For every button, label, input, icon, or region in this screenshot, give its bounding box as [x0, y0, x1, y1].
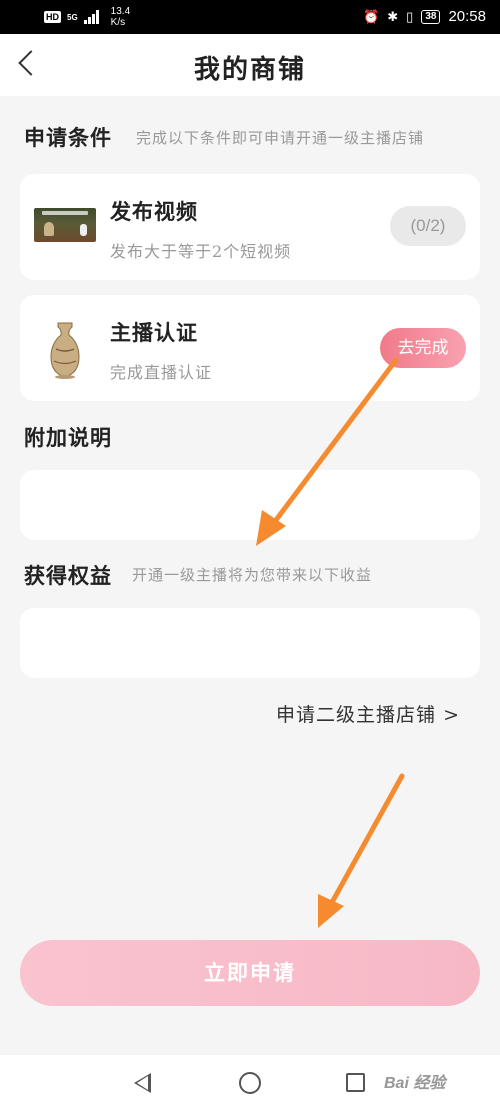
go-complete-button[interactable]: 去完成 [380, 328, 466, 368]
speed-value: 13.4 [110, 6, 131, 17]
apply-second-level-link[interactable]: 申请二级主播店铺 > [276, 700, 460, 727]
vibrate-icon: ▯ [406, 8, 414, 24]
alarm-icon: ⏰ [363, 8, 380, 24]
nav-home-icon[interactable] [239, 1072, 261, 1094]
video-thumbnail [34, 208, 96, 242]
condition-card-certification[interactable]: 主播认证 完成直播认证 去完成 [20, 295, 480, 401]
battery-icon: 38 [421, 9, 441, 24]
annotation-arrow-lower [318, 773, 405, 928]
network-type: 5G [67, 12, 78, 22]
condition-title: 主播认证 [110, 320, 198, 345]
progress-badge: (0/2) [390, 206, 466, 246]
status-bar: HD 5G 13.4 K/s ⏰ ✱ ▯ 38 20:58 [0, 0, 500, 34]
vase-thumbnail [50, 322, 80, 379]
watermark: Bai 经验 [384, 1075, 446, 1092]
conditions-subtitle: 完成以下条件即可申请开通一级主播店铺 [136, 129, 425, 147]
header: 我的商铺 [0, 34, 500, 96]
condition-title: 发布视频 [110, 199, 198, 224]
signal-icon [83, 10, 99, 24]
nav-back-icon[interactable] [134, 1073, 151, 1093]
condition-desc: 发布大于等于2个短视频 [110, 242, 292, 261]
status-time: 20:58 [448, 8, 486, 25]
status-left: HD 5G 13.4 K/s [44, 6, 130, 28]
status-right: ⏰ ✱ ▯ 38 20:58 [363, 8, 486, 25]
additional-content [20, 470, 480, 540]
condition-desc: 完成直播认证 [110, 363, 213, 382]
hd-badge: HD [44, 11, 61, 23]
benefits-content [20, 608, 480, 678]
page-title: 我的商铺 [193, 55, 306, 85]
system-nav-bar: Bai 经验 [0, 1055, 500, 1111]
benefits-title: 获得权益 [24, 563, 112, 588]
condition-card-video[interactable]: 发布视频 发布大于等于2个短视频 (0/2) [20, 174, 480, 280]
benefits-subtitle: 开通一级主播将为您带来以下收益 [132, 566, 373, 584]
additional-title: 附加说明 [24, 425, 112, 450]
bluetooth-icon: ✱ [387, 8, 399, 24]
apply-now-button[interactable]: 立即申请 [20, 940, 480, 1006]
conditions-title: 申请条件 [24, 125, 112, 150]
nav-recents-icon[interactable] [346, 1073, 365, 1092]
network-speed: 13.4 K/s [111, 6, 130, 28]
speed-unit: K/s [110, 17, 126, 28]
